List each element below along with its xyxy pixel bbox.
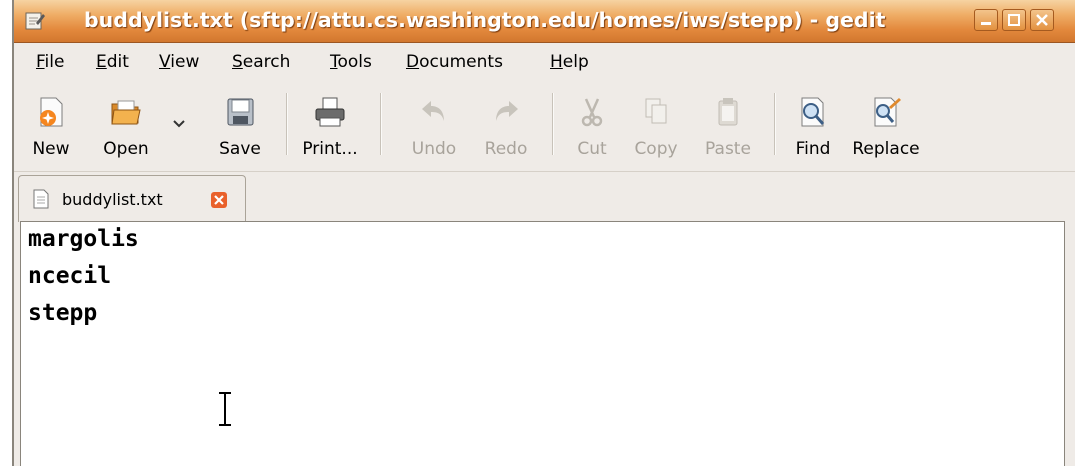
- scissors-icon: [581, 98, 603, 127]
- redo-button[interactable]: Redo: [476, 81, 536, 169]
- new-document-icon: [40, 97, 63, 127]
- open-folder-icon: [111, 100, 141, 125]
- copy-button[interactable]: Copy: [628, 81, 684, 169]
- menu-documents[interactable]: Documents: [406, 52, 503, 72]
- paste-button[interactable]: Paste: [698, 81, 758, 169]
- gedit-window: buddylist.txt (sftp://attu.cs.washington…: [0, 0, 1075, 466]
- minimize-icon: [981, 22, 991, 25]
- close-button[interactable]: [1030, 9, 1054, 31]
- new-button[interactable]: New: [28, 81, 74, 169]
- undo-arrow-icon: [422, 101, 444, 121]
- close-icon: [1036, 14, 1048, 26]
- text-line: margolis: [28, 226, 139, 252]
- copy-icon: [645, 98, 667, 124]
- text-line: stepp: [28, 300, 98, 326]
- printer-icon: [315, 97, 345, 127]
- document-tab-bar: buddylist.txt: [14, 172, 1075, 222]
- text-editor-area[interactable]: margolis ncecil stepp: [20, 221, 1065, 466]
- toolbar-separator: [286, 93, 288, 155]
- desktop-edge: [0, 0, 12, 466]
- chevron-down-icon: [173, 120, 185, 128]
- menu-view[interactable]: View: [159, 52, 199, 72]
- tab-label: buddylist.txt: [62, 190, 163, 209]
- save-disk-icon: [227, 98, 254, 126]
- menu-search[interactable]: Search: [232, 52, 290, 72]
- toolbar-separator: [774, 93, 776, 155]
- find-replace-icon: [874, 97, 901, 127]
- toolbar: New Open Save Print... Undo Redo Cut Cop…: [14, 81, 1075, 172]
- find-magnifier-icon: [801, 97, 825, 127]
- cut-button[interactable]: Cut: [570, 81, 614, 169]
- menu-help[interactable]: Help: [550, 52, 589, 72]
- menu-bar: File Edit View Search Tools Documents He…: [14, 43, 1075, 81]
- title-bar[interactable]: buddylist.txt (sftp://attu.cs.washington…: [14, 0, 1075, 43]
- toolbar-separator: [380, 93, 382, 155]
- ibeam-cursor-icon: [219, 391, 231, 427]
- save-button[interactable]: Save: [210, 81, 270, 169]
- redo-arrow-icon: [496, 101, 518, 121]
- text-line: ncecil: [28, 263, 112, 289]
- print-button[interactable]: Print...: [294, 81, 366, 169]
- tab-buddylist[interactable]: buddylist.txt: [18, 175, 246, 222]
- clipboard-icon: [718, 98, 738, 126]
- menu-tools[interactable]: Tools: [330, 52, 372, 72]
- close-tab-icon[interactable]: [210, 191, 228, 209]
- minimize-button[interactable]: [974, 9, 998, 31]
- undo-button[interactable]: Undo: [404, 81, 464, 169]
- toolbar-separator: [552, 93, 554, 155]
- menu-edit[interactable]: Edit: [96, 52, 129, 72]
- open-recent-dropdown[interactable]: [164, 81, 194, 169]
- maximize-button[interactable]: [1002, 9, 1026, 31]
- replace-button[interactable]: Replace: [850, 81, 922, 169]
- find-button[interactable]: Find: [790, 81, 836, 169]
- open-button[interactable]: Open: [94, 81, 158, 169]
- window-title: buddylist.txt (sftp://attu.cs.washington…: [84, 8, 886, 32]
- text-editor-app-icon: [25, 12, 45, 30]
- maximize-icon: [1008, 14, 1020, 26]
- menu-file[interactable]: File: [36, 52, 64, 72]
- text-document-icon: [33, 189, 49, 209]
